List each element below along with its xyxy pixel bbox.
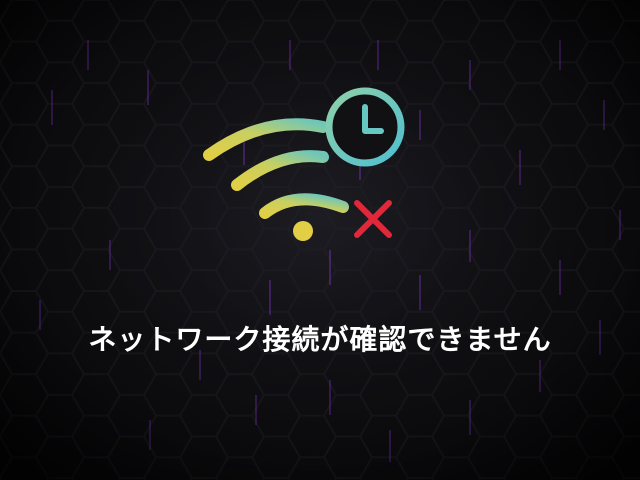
- connection-error-message: ネットワーク接続が確認できません: [88, 323, 552, 356]
- no-connection-illustration: [203, 87, 405, 241]
- network-error-screen: ネットワーク接続が確認できません: [0, 0, 640, 480]
- close-x-icon: [354, 200, 392, 238]
- wifi-icon: [203, 118, 349, 241]
- clock-icon: [325, 87, 405, 167]
